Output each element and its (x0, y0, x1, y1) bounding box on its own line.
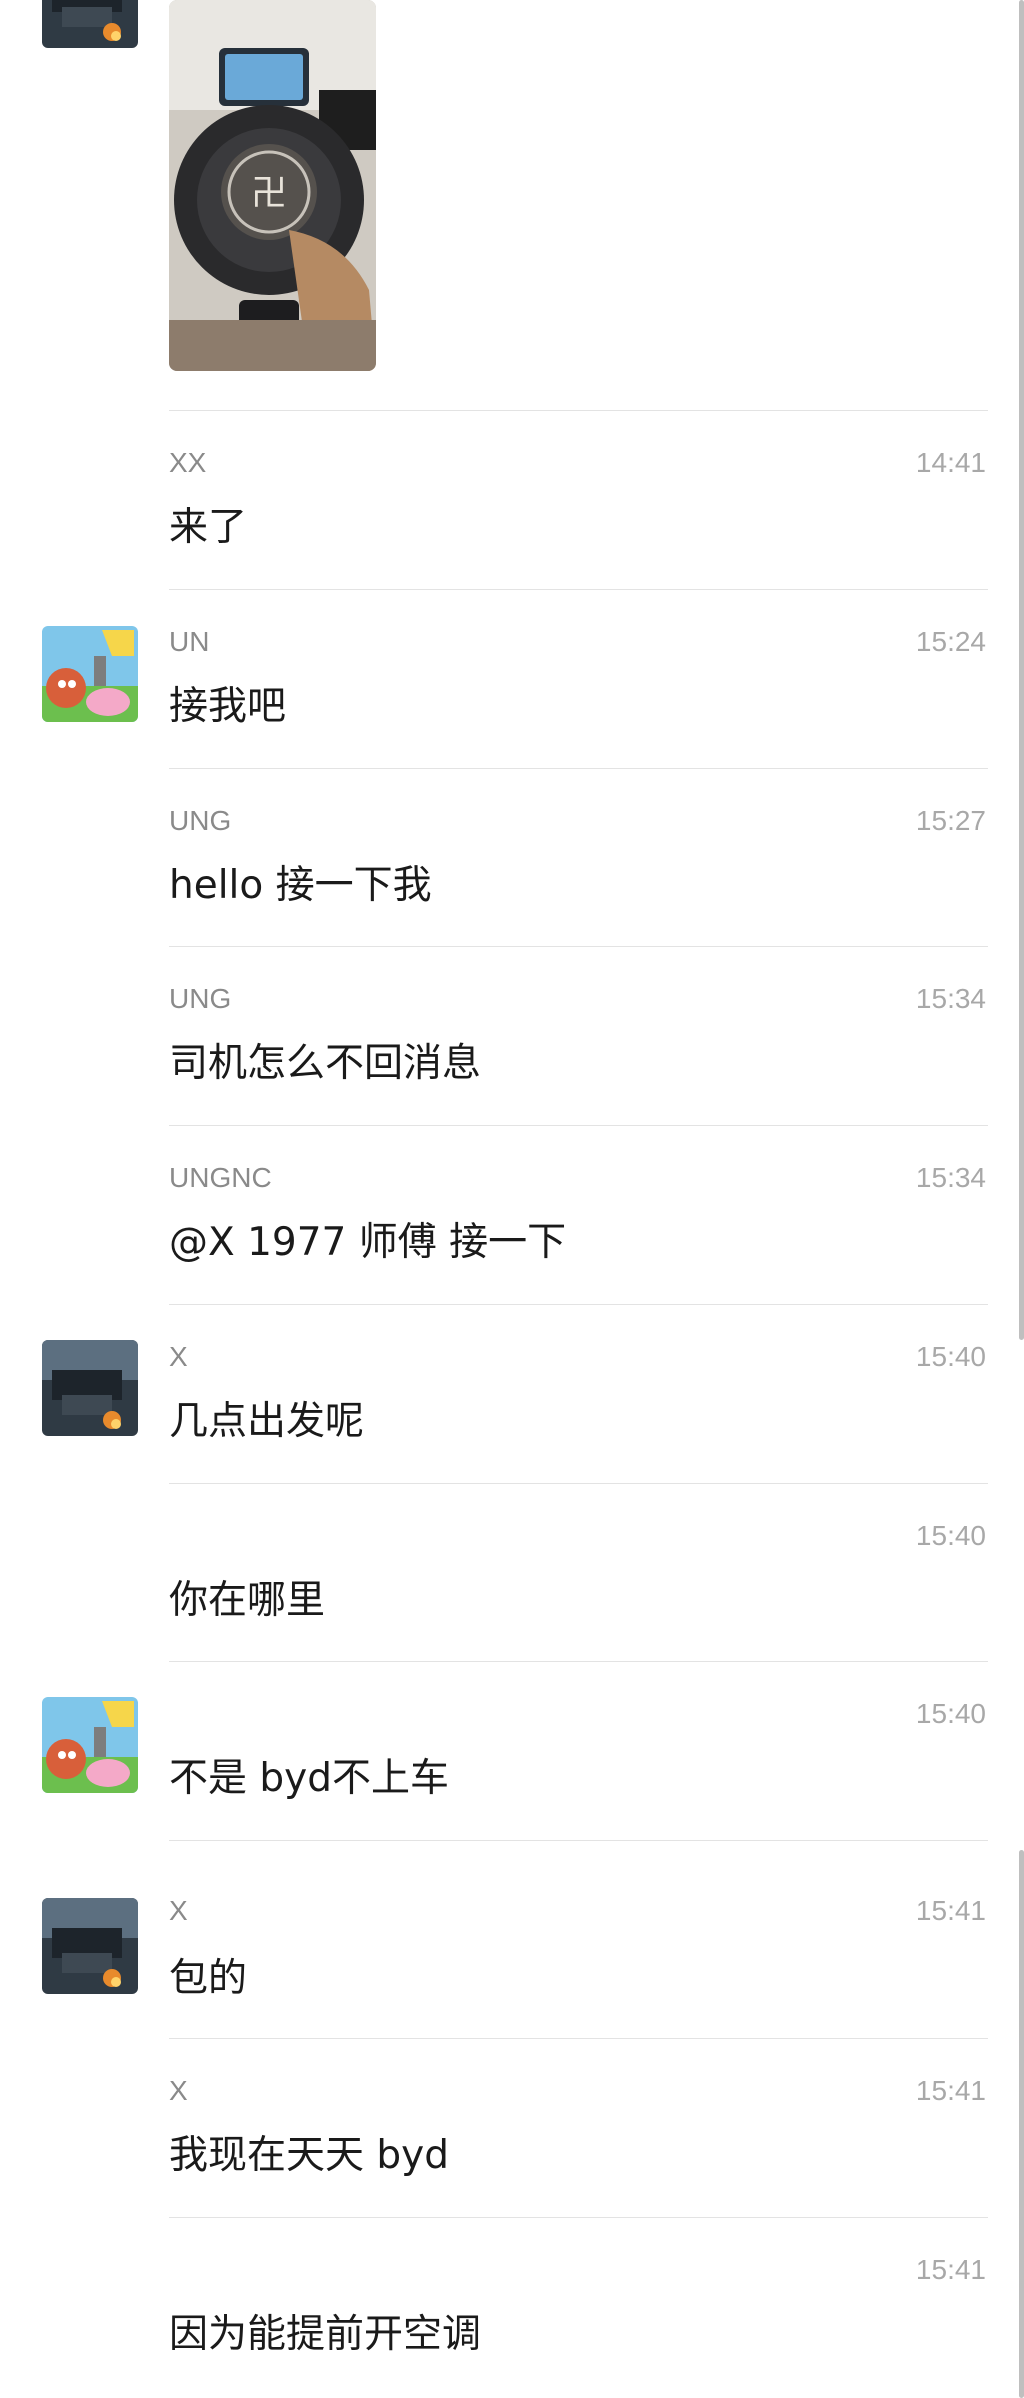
divider (169, 1483, 988, 1484)
message-item: UNG 15:27 hello 接一下我 (0, 768, 1024, 948)
message-text[interactable]: 几点出发呢 (169, 1390, 364, 1446)
sender-name: UNG (169, 805, 232, 836)
divider (169, 2038, 988, 2039)
message-text[interactable]: 司机怎么不回消息 (169, 1032, 481, 1088)
message-item: UN 15:24 接我吧 (0, 589, 1024, 769)
divider (169, 410, 988, 411)
message-time: 15:24 (915, 626, 986, 657)
sender-name: X (169, 1895, 188, 1926)
sender-name: UN (169, 626, 210, 657)
message-time: 15:41 (915, 2254, 986, 2285)
divider (169, 768, 988, 769)
image-message: 卍 (0, 0, 1024, 400)
message-time: 15:34 (915, 1162, 986, 1193)
message-time: 15:40 (915, 1520, 986, 1551)
message-text[interactable]: @X 1977 师傅 接一下 (169, 1211, 566, 1267)
message-text[interactable]: 不是 byd不上车 (169, 1747, 449, 1803)
message-text[interactable]: 来了 (169, 496, 247, 552)
message-time: 15:41 (915, 1895, 986, 1926)
message-text[interactable]: 我现在天天 byd (169, 2124, 449, 2180)
steering-wheel-photo[interactable]: 卍 (169, 0, 376, 371)
divider (169, 946, 988, 947)
message-time: 15:40 (915, 1698, 986, 1729)
message-time: 15:41 (915, 2075, 986, 2106)
divider (169, 1125, 988, 1126)
svg-text:卍: 卍 (251, 173, 287, 214)
message-item: UNG 15:34 司机怎么不回消息 (0, 946, 1024, 1126)
message-item: UNGNC 15:34 @X 1977 师傅 接一下 (0, 1125, 1024, 1305)
message-item: X 15:41 我现在天天 byd (0, 2038, 1024, 2218)
avatar-cartoon[interactable] (42, 626, 138, 722)
message-time: 15:27 (915, 805, 986, 836)
divider (169, 589, 988, 590)
message-text[interactable]: 你在哪里 (169, 1569, 325, 1625)
message-time: 15:34 (915, 983, 986, 1014)
sender-name: XX (169, 447, 207, 478)
scrollbar[interactable] (1019, 0, 1024, 1340)
avatar-car-photo[interactable] (42, 0, 138, 48)
divider (169, 1840, 988, 1841)
message-text[interactable]: 接我吧 (169, 675, 286, 731)
chat-log: 卍 XX 14:41 来了 UN 15:24 接我吧 UNG 15:27 hel… (0, 0, 1024, 2398)
message-item: X 15:41 包的 (0, 1840, 1024, 2040)
message-item: X 15:40 几点出发呢 (0, 1304, 1024, 1484)
sender-name: X (169, 1341, 188, 1372)
message-time: 15:40 (915, 1341, 986, 1372)
message-item: 15:40 不是 byd不上车 (0, 1661, 1024, 1841)
message-text[interactable]: 因为能提前开空调 (169, 2303, 481, 2359)
divider (169, 2217, 988, 2218)
avatar-cartoon[interactable] (42, 1697, 138, 1793)
scrollbar-lower[interactable] (1019, 1850, 1024, 2398)
message-item: 15:41 因为能提前开空调 (0, 2217, 1024, 2398)
divider (169, 1304, 988, 1305)
sender-name: UNG (169, 983, 232, 1014)
message-time: 14:41 (915, 447, 986, 478)
message-item: XX 14:41 来了 (0, 410, 1024, 590)
message-text[interactable]: 包的 (169, 1947, 247, 2003)
avatar-car-photo[interactable] (42, 1340, 138, 1436)
sender-name: UNGNC (169, 1162, 272, 1193)
avatar-car-photo[interactable] (42, 1898, 138, 1994)
message-item: 15:40 你在哪里 (0, 1483, 1024, 1663)
message-text[interactable]: hello 接一下我 (169, 854, 432, 910)
sender-name: X (169, 2075, 188, 2106)
divider (169, 1661, 988, 1662)
